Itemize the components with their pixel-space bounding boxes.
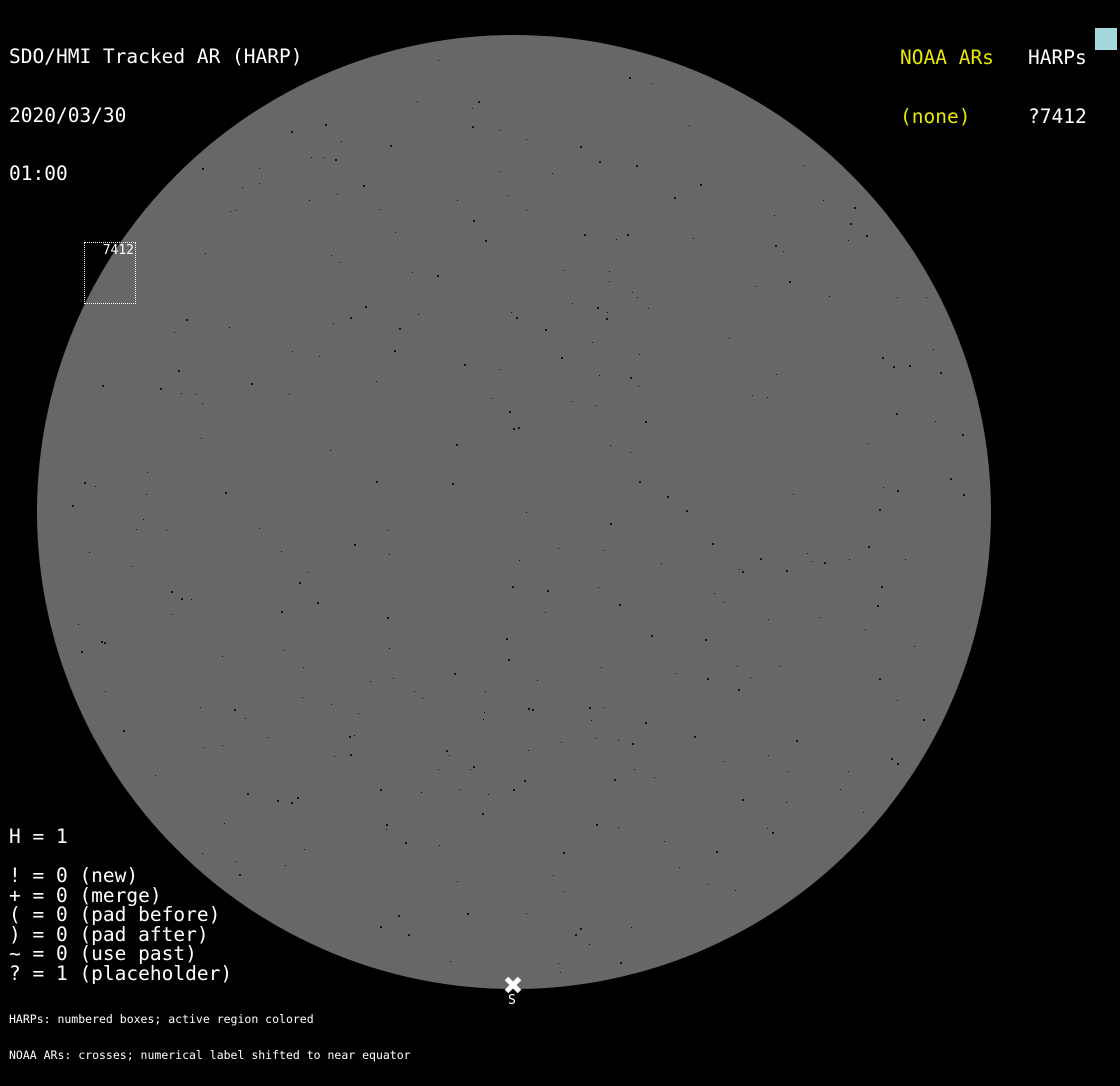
harp-color-swatch	[1095, 28, 1117, 50]
legend-line-placeholder: ? = 1 (placeholder)	[9, 961, 233, 985]
title-block: SDO/HMI Tracked AR (HARP) 2020/03/30 01:…	[9, 8, 303, 223]
noaa-ars-block: NOAA ARs (none)	[900, 9, 994, 165]
footer-line-harps: HARPs: numbered boxes; active region col…	[9, 1012, 314, 1026]
footer-line-noaa: NOAA ARs: crosses; numerical label shift…	[9, 1048, 411, 1062]
harp-box-7412: 7412	[84, 242, 136, 304]
legend-line-new: ! = 0 (new)	[9, 864, 139, 887]
legend-line-h: H = 1	[9, 825, 68, 848]
harps-heading: HARPs	[1028, 46, 1087, 69]
harps-block: HARPs ?7412	[1028, 9, 1087, 165]
south-pole-label: S	[508, 993, 516, 1008]
harps-value: ?7412	[1028, 104, 1087, 128]
legend-line-pad-before: ( = 0 (pad before)	[9, 903, 221, 926]
harp-box-number-label: 7412	[102, 243, 134, 258]
counter-legend: H = 1 ! = 0 (new) + = 0 (merge) ( = 0 (p…	[9, 827, 232, 983]
date-label: 2020/03/30	[9, 103, 127, 127]
south-pole-cross-icon	[504, 976, 522, 994]
app-title: SDO/HMI Tracked AR (HARP)	[9, 45, 303, 68]
harp-tracking-view: 7412 S SDO/HMI Tracked AR (HARP) 2020/03…	[0, 0, 1120, 1061]
noaa-ars-value: (none)	[900, 104, 971, 128]
legend-line-use-past: ~ = 0 (use past)	[9, 942, 197, 965]
footer-notes: HARPs: numbered boxes; active region col…	[9, 989, 411, 1085]
time-label: 01:00	[9, 162, 68, 185]
noaa-ars-heading: NOAA ARs	[900, 46, 994, 69]
